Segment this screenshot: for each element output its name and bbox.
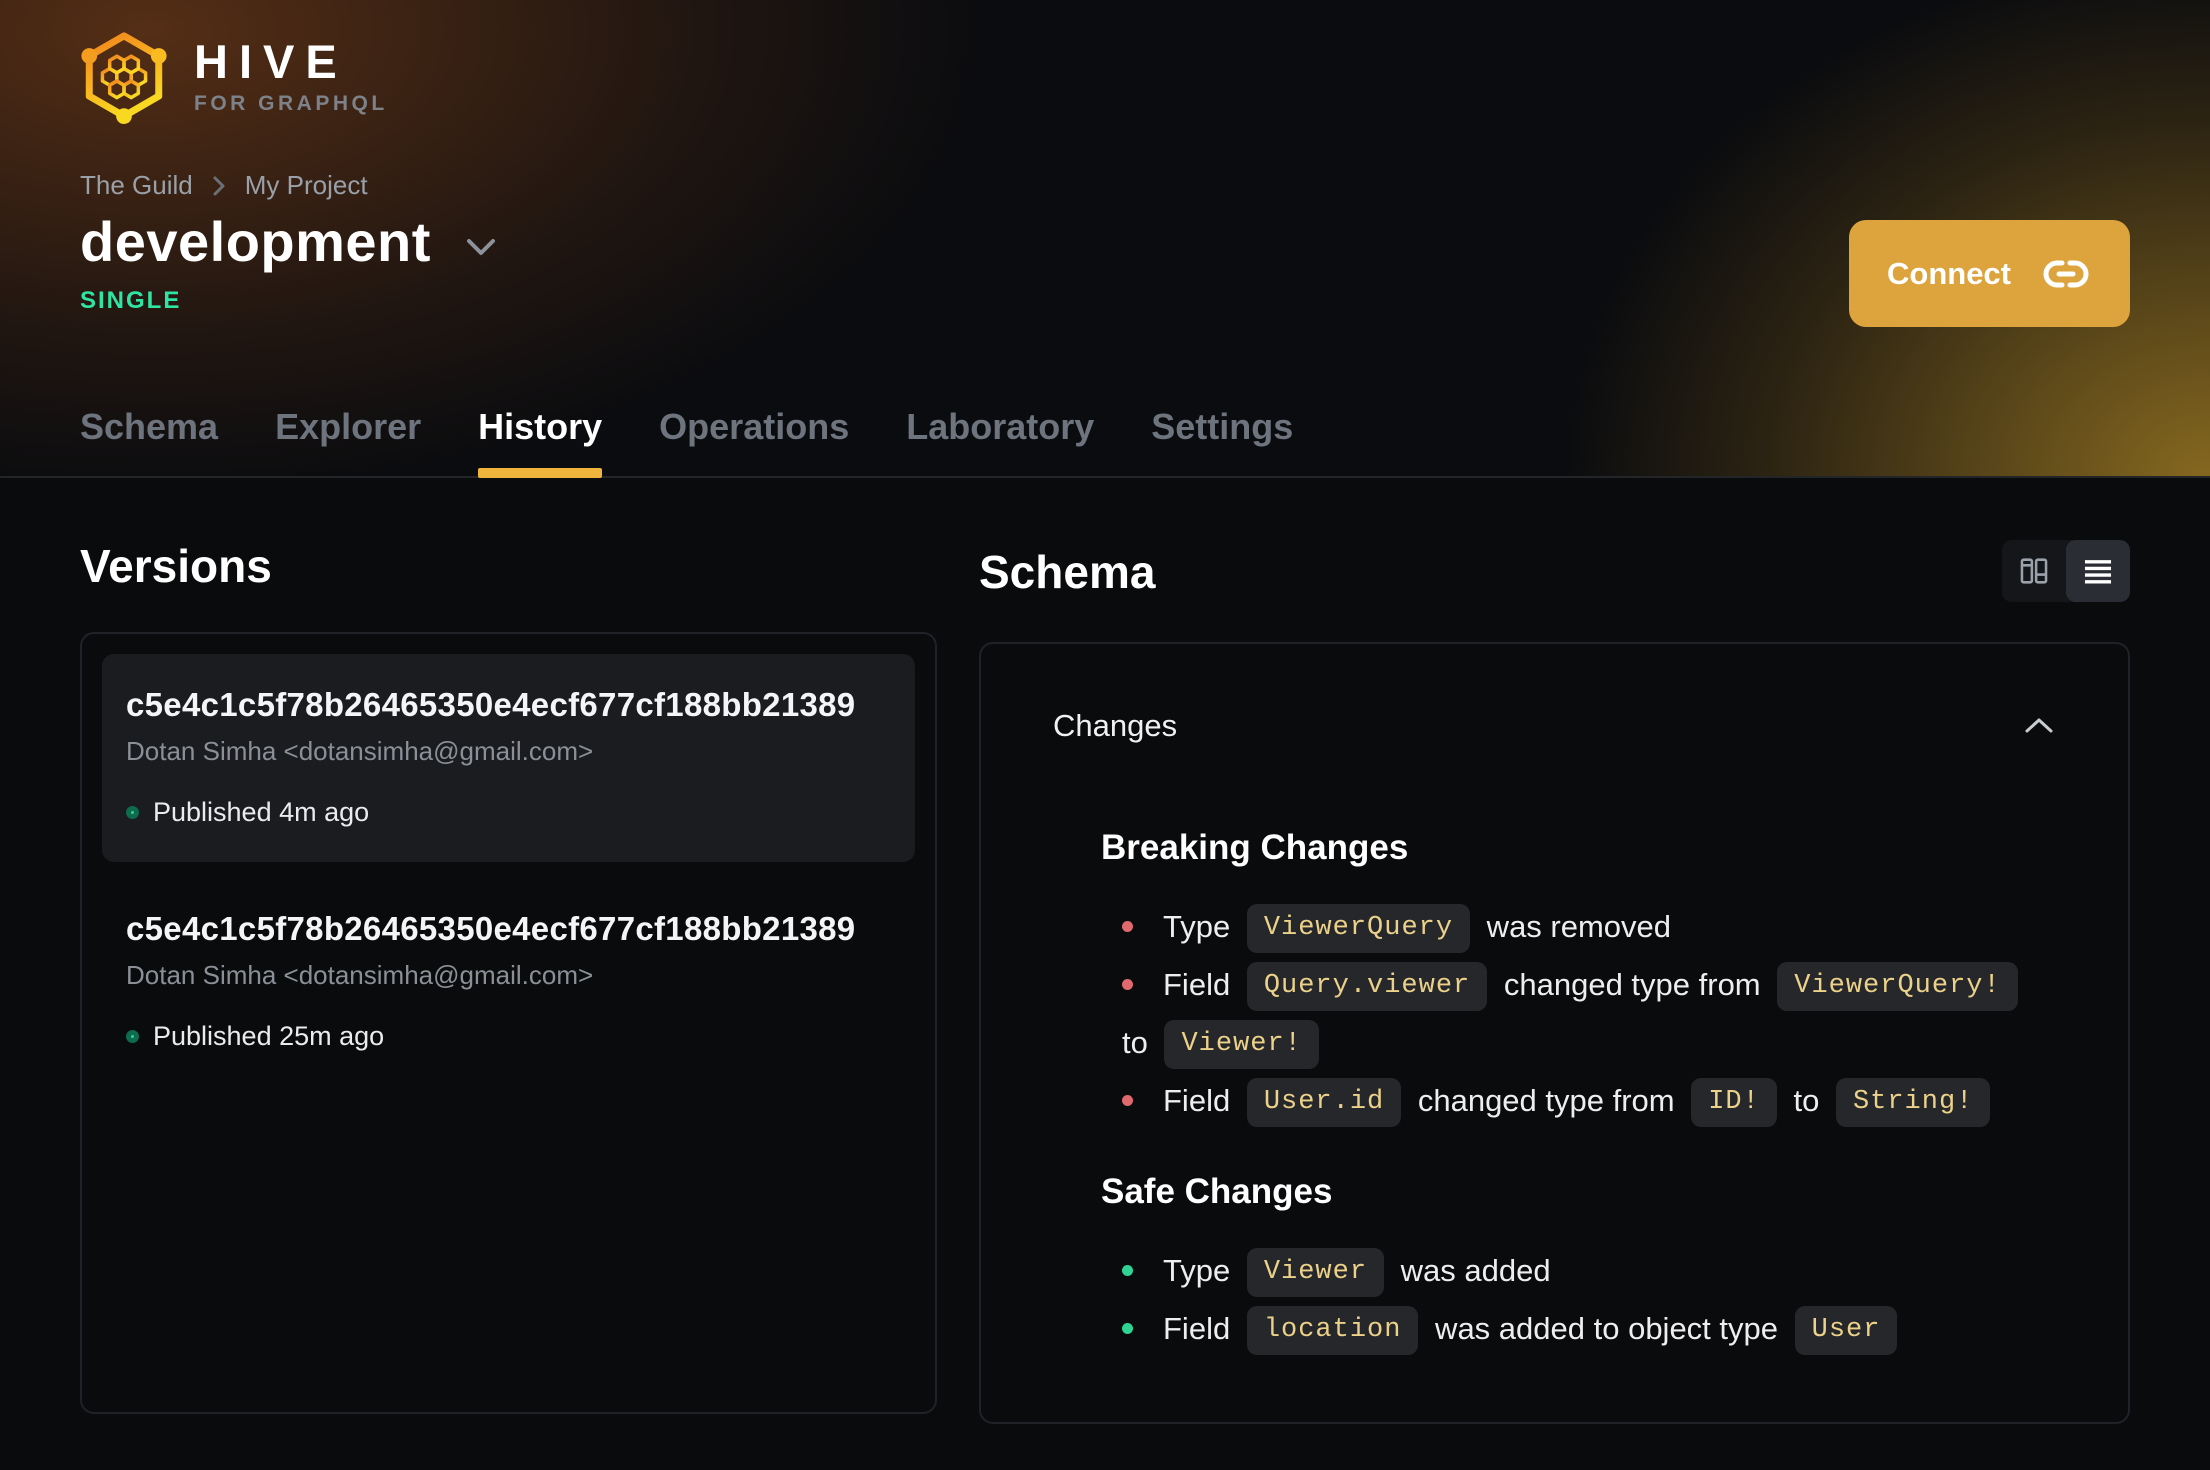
published-status-dot (126, 1030, 139, 1043)
breadcrumb-project[interactable]: My Project (245, 170, 368, 201)
schema-column: Schema Changes Breaking Changes Type Vie… (979, 540, 2130, 1424)
version-hash: c5e4c1c5f78b26465350e4ecf677cf188bb21389 (126, 910, 856, 947)
brand-name: HIVE (194, 35, 348, 88)
connect-button-label: Connect (1887, 255, 2011, 291)
safe-bullet-icon (1122, 1264, 1133, 1276)
safe-change-list: Type Viewer was added Field location was … (1101, 1242, 2056, 1358)
change-item: Type ViewerQuery was removed (1101, 898, 2056, 956)
code-chip: User (1794, 1306, 1898, 1356)
tab-history[interactable]: History (478, 406, 603, 479)
main-content: Versions c5e4c1c5f78b26465350e4ecf677cf1… (0, 478, 2210, 1470)
breadcrumb-org[interactable]: The Guild (80, 170, 193, 201)
changes-panel: Changes Breaking Changes Type ViewerQuery… (979, 642, 2130, 1424)
target-title-row: development (80, 211, 2130, 273)
code-chip: User.id (1246, 1078, 1402, 1128)
changes-collapse-header[interactable]: Changes (1053, 708, 2056, 744)
changes-title: Changes (1053, 708, 1178, 743)
safe-bullet-icon (1122, 1322, 1133, 1334)
code-chip: ID! (1691, 1078, 1777, 1128)
connect-button[interactable]: Connect (1849, 220, 2130, 327)
list-view-icon (2084, 560, 2112, 584)
code-chip: ViewerQuery! (1777, 962, 2018, 1012)
version-card[interactable]: c5e4c1c5f78b26465350e4ecf677cf188bb21389… (102, 654, 915, 862)
tab-settings[interactable]: Settings (1151, 406, 1293, 478)
published-status-dot (126, 806, 139, 819)
code-chip: Viewer (1246, 1248, 1385, 1298)
version-status-row: Published 25m ago (126, 1021, 891, 1052)
code-chip: Query.viewer (1246, 962, 1488, 1012)
version-status-text: Published 4m ago (153, 797, 370, 827)
change-item: Field Query.viewer changed type from Vie… (1101, 956, 2056, 1072)
page-title: development (80, 210, 431, 273)
list-view-button[interactable] (2066, 540, 2130, 602)
breaking-changes-section: Breaking Changes Type ViewerQuery was rem… (1101, 828, 2056, 1130)
hive-logo[interactable]: HIVE FOR GRAPHQL (80, 28, 388, 124)
change-item: Field User.id changed type from ID! to S… (1101, 1072, 2056, 1130)
change-item: Type Viewer was added (1101, 1242, 2056, 1300)
breaking-bullet-icon (1122, 1094, 1133, 1106)
breaking-bullet-icon (1122, 978, 1133, 990)
hive-hexagon-logo-icon (81, 32, 167, 124)
tab-laboratory[interactable]: Laboratory (906, 406, 1094, 478)
breadcrumb: The Guild My Project (80, 170, 2130, 201)
version-status-row: Published 4m ago (126, 797, 891, 828)
change-item: Field location was added to object type … (1101, 1300, 2056, 1358)
versions-heading: Versions (80, 540, 272, 592)
version-hash: c5e4c1c5f78b26465350e4ecf677cf188bb21389 (126, 686, 856, 723)
version-author: Dotan Simha <dotansimha@gmail.com> (126, 960, 594, 990)
code-chip: String! (1835, 1078, 1991, 1128)
tab-operations[interactable]: Operations (659, 406, 849, 478)
changes-body: Breaking Changes Type ViewerQuery was rem… (1101, 828, 2056, 1358)
split-view-button[interactable] (2002, 540, 2066, 602)
safe-changes-heading: Safe Changes (1101, 1172, 1333, 1211)
chevron-down-icon[interactable] (461, 233, 501, 261)
chevron-up-icon (2025, 718, 2053, 733)
versions-panel: c5e4c1c5f78b26465350e4ecf677cf188bb21389… (80, 632, 937, 1414)
tab-schema[interactable]: Schema (80, 406, 218, 478)
view-mode-toggle (2002, 540, 2130, 602)
code-chip: location (1246, 1306, 1419, 1356)
schema-heading: Schema (979, 546, 1156, 598)
version-author: Dotan Simha <dotansimha@gmail.com> (126, 736, 594, 766)
target-type-badge: SINGLE (80, 286, 182, 314)
split-view-icon (2020, 558, 2048, 584)
app-header: HIVE FOR GRAPHQL The Guild My Project de… (0, 0, 2210, 479)
safe-changes-section: Safe Changes Type Viewer was added Field l… (1101, 1172, 2056, 1358)
nowrap-group: to Viewer! (1122, 1020, 1327, 1070)
link-icon (2043, 260, 2089, 287)
code-chip: Viewer! (1164, 1020, 1319, 1070)
breaking-change-list: Type ViewerQuery was removed Field Query.… (1101, 898, 2056, 1130)
version-status-text: Published 25m ago (153, 1021, 385, 1051)
code-chip: ViewerQuery (1246, 904, 1471, 954)
breaking-bullet-icon (1122, 920, 1133, 932)
tab-explorer[interactable]: Explorer (275, 406, 421, 478)
brand-text: HIVE FOR GRAPHQL (194, 38, 388, 114)
versions-column: Versions c5e4c1c5f78b26465350e4ecf677cf1… (80, 540, 937, 1414)
brand-tagline: FOR GRAPHQL (194, 92, 388, 115)
breaking-changes-heading: Breaking Changes (1101, 828, 1409, 867)
tab-bar: Schema Explorer History Operations Laborator… (80, 406, 1293, 479)
chevron-right-icon (213, 176, 225, 195)
schema-head-row: Schema (979, 540, 2130, 602)
version-card[interactable]: c5e4c1c5f78b26465350e4ecf677cf188bb21389… (102, 878, 915, 1086)
